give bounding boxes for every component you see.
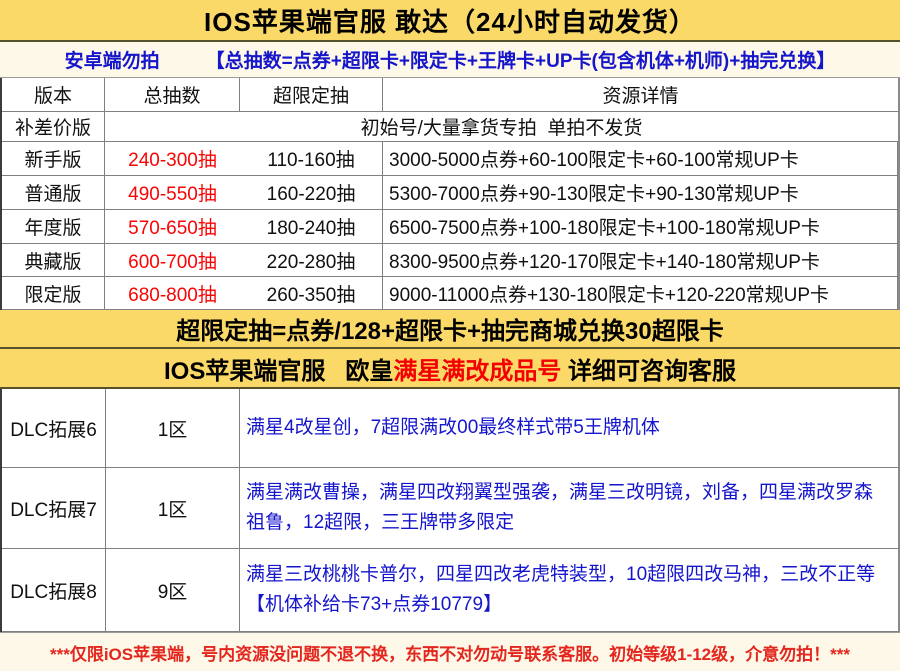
column-header-total-draws: 总抽数 [105,78,240,112]
super-limit-draws-cell: 260-350抽 [240,277,383,310]
premium-banner-prefix: IOS苹果端官服 欧皇 [164,351,393,386]
special-row-note: 初始号/大量拿货专拍 单拍不发货 [105,112,898,142]
resource-details-cell: 6500-7500点券+100-180限定卡+100-180常规UP卡 [383,210,898,244]
total-draws-cell: 600-700抽 [105,244,240,277]
premium-account-banner: IOS苹果端官服 欧皇满星满改成品号 详细可咨询客服 [0,349,900,389]
total-draws-cell: 680-800抽 [105,277,240,310]
dlc-description-cell: 满星三改桃桃卡普尔，四星四改老虎特装型，10超限四改马神，三改不正等【机体补给卡… [240,549,898,632]
super-limit-draws-cell: 180-240抽 [240,210,383,244]
column-header-super-limit-draws: 超限定抽 [240,78,383,112]
resource-details-cell: 5300-7000点券+90-130限定卡+90-130常规UP卡 [383,176,898,210]
super-limit-draws-cell: 110-160抽 [240,142,383,176]
page-title: IOS苹果端官服 敢达（24小时自动发货） [0,0,900,42]
column-header-version: 版本 [2,78,105,112]
dlc-description-cell: 满星满改曹操，满星四改翔翼型强袭，满星三改明镜，刘备，四星满改罗森祖鲁，12超限… [240,468,898,549]
column-header-resource-details: 资源详情 [383,78,898,112]
dlc-description-cell: 满星4改星创，7超限满改00最终样式带5王牌机体 [240,389,898,468]
total-draws-cell: 490-550抽 [105,176,240,210]
subtitle-row: 安卓端勿拍 【总抽数=点券+超限卡+限定卡+王牌卡+UP卡(包含机体+机师)+抽… [0,42,900,78]
version-cell: 补差价版 [2,112,105,142]
super-limit-draws-cell: 220-280抽 [240,244,383,277]
version-cell: 普通版 [2,176,105,210]
dlc-name-cell: DLC拓展6 [2,389,106,468]
super-limit-formula-banner: 超限定抽=点券/128+超限卡+抽完商城兑换30超限卡 [0,310,900,349]
product-info-sheet: IOS苹果端官服 敢达（24小时自动发货） 安卓端勿拍 【总抽数=点券+超限卡+… [0,0,900,671]
total-draws-cell: 240-300抽 [105,142,240,176]
total-draws-cell: 570-650抽 [105,210,240,244]
version-cell: 典藏版 [2,244,105,277]
dlc-zone-cell: 1区 [106,468,240,549]
resource-details-cell: 3000-5000点券+60-100限定卡+60-100常规UP卡 [383,142,898,176]
resource-details-cell: 9000-11000点券+130-180限定卡+120-220常规UP卡 [383,277,898,310]
resource-details-cell: 8300-9500点券+120-170限定卡+140-180常规UP卡 [383,244,898,277]
draw-formula-note: 【总抽数=点券+超限卡+限定卡+王牌卡+UP卡(包含机体+机师)+抽完兑换】 [206,46,836,73]
version-cell: 年度版 [2,210,105,244]
dlc-table: DLC拓展6 1区 满星4改星创，7超限满改00最终样式带5王牌机体 DLC拓展… [0,389,900,632]
version-cell: 限定版 [2,277,105,310]
dlc-zone-cell: 1区 [106,389,240,468]
version-cell: 新手版 [2,142,105,176]
dlc-name-cell: DLC拓展8 [2,549,106,632]
premium-banner-suffix: 详细可咨询客服 [561,351,736,386]
dlc-name-cell: DLC拓展7 [2,468,106,549]
dlc-zone-cell: 9区 [106,549,240,632]
premium-banner-highlight: 满星满改成品号 [393,351,561,386]
super-limit-draws-cell: 160-220抽 [240,176,383,210]
android-warning-label: 安卓端勿拍 [65,46,160,73]
versions-table: 版本 总抽数 超限定抽 资源详情 补差价版 初始号/大量拿货专拍 单拍不发货 新… [0,78,900,310]
footer-disclaimer: ***仅限iOS苹果端，号内资源没问题不退不换，东西不对勿动号联系客服。初始等级… [0,632,900,671]
